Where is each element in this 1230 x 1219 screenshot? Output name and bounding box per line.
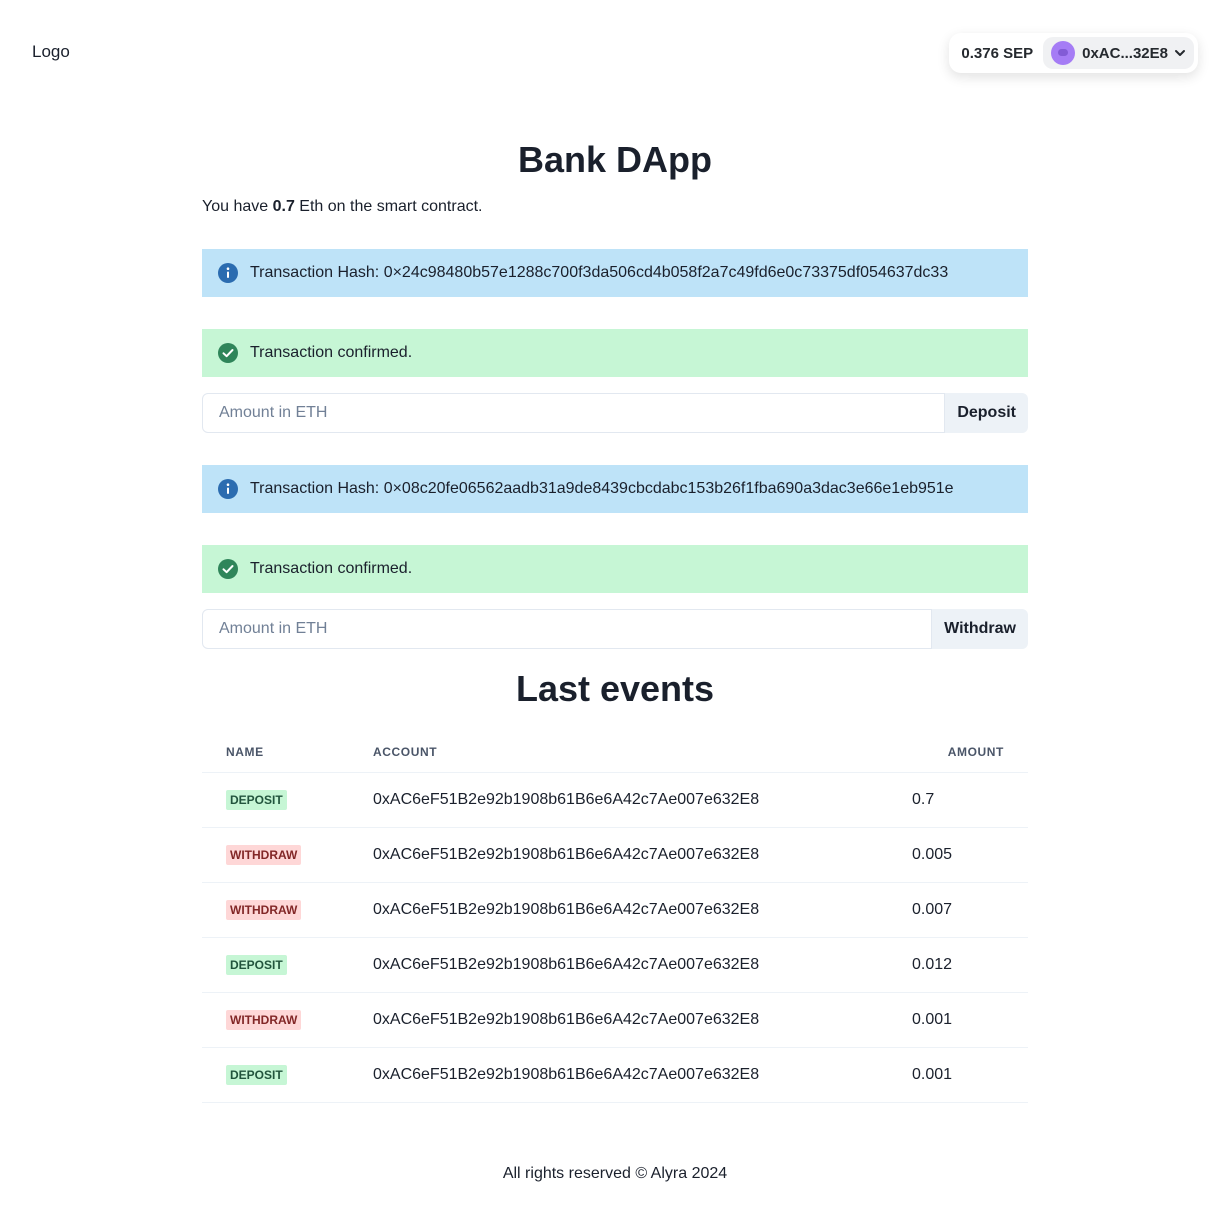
logo: Logo: [32, 42, 70, 61]
event-type-badge: DEPOSIT: [226, 1064, 287, 1085]
column-header-account: ACCOUNT: [349, 732, 888, 773]
event-type-badge: WITHDRAW: [226, 1009, 302, 1030]
event-name-cell: DEPOSIT: [202, 937, 349, 993]
account-address: 0xAC...32E8: [1082, 44, 1168, 62]
column-header-name: NAME: [202, 732, 349, 773]
contract-balance-text: You have 0.7 Eth on the smart contract.: [202, 198, 1028, 220]
table-row: DEPOSIT 0xAC6eF51B2e92b1908b61B6e6A42c7Ae…: [202, 937, 1028, 993]
deposit-button[interactable]: Deposit: [945, 393, 1028, 433]
deposit-success-alert: Transaction confirmed.: [202, 329, 1028, 377]
deposit-amount-input[interactable]: [202, 393, 946, 433]
balance-suffix: Eth on the smart contract.: [299, 198, 483, 215]
info-circle-icon: [218, 263, 238, 283]
withdraw-amount-input[interactable]: [202, 609, 933, 649]
event-account-cell: 0xAC6eF51B2e92b1908b61B6e6A42c7Ae007e632…: [349, 827, 888, 883]
event-amount-cell: 0.007: [888, 882, 1028, 938]
events-title: Last events: [515, 668, 715, 709]
balance-value: 0.7: [272, 198, 295, 215]
wallet-balance[interactable]: 0.376 SEP: [953, 45, 1043, 62]
event-account-cell: 0xAC6eF51B2e92b1908b61B6e6A42c7Ae007e632…: [349, 992, 888, 1048]
event-account-cell: 0xAC6eF51B2e92b1908b61B6e6A42c7Ae007e632…: [349, 937, 888, 993]
event-type-badge: DEPOSIT: [226, 789, 287, 810]
event-type-badge: WITHDRAW: [226, 899, 302, 920]
check-circle-icon: [218, 343, 238, 363]
events-table: NAME ACCOUNT AMOUNT DEPOSIT 0xAC6eF51B2e9…: [202, 732, 1028, 1103]
event-name-cell: WITHDRAW: [202, 827, 349, 883]
withdraw-tx-hash-alert: Transaction Hash: 0×08c20fe06562aadb31a9…: [202, 465, 1028, 513]
table-row: DEPOSIT 0xAC6eF51B2e92b1908b61B6e6A42c7Ae…: [202, 1047, 1028, 1103]
event-name-cell: WITHDRAW: [202, 992, 349, 1048]
table-row: WITHDRAW 0xAC6eF51B2e92b1908b61B6e6A42c7A…: [202, 992, 1028, 1048]
account-avatar: [1051, 41, 1076, 65]
footer-text: All rights reserved © Alyra 2024: [502, 1165, 728, 1182]
chevron-down-icon: [1175, 50, 1185, 56]
event-amount-cell: 0.001: [888, 1047, 1028, 1103]
balance-prefix: You have: [202, 198, 269, 215]
wallet-connect-widget: 0.376 SEP 0xAC...32E8: [949, 33, 1198, 73]
deposit-tx-hash-text: Transaction Hash: 0×24c98480b57e1288c700…: [250, 264, 949, 281]
check-circle-icon: [218, 559, 238, 579]
event-account-cell: 0xAC6eF51B2e92b1908b61B6e6A42c7Ae007e632…: [349, 1047, 888, 1103]
event-name-cell: DEPOSIT: [202, 1047, 349, 1103]
event-amount-cell: 0.7: [888, 772, 1028, 828]
deposit-form: Deposit: [202, 393, 1028, 433]
event-account-cell: 0xAC6eF51B2e92b1908b61B6e6A42c7Ae007e632…: [349, 882, 888, 938]
account-button[interactable]: 0xAC...32E8: [1043, 37, 1194, 69]
withdraw-success-text: Transaction confirmed.: [250, 560, 413, 577]
table-row: WITHDRAW 0xAC6eF51B2e92b1908b61B6e6A42c7A…: [202, 827, 1028, 883]
withdraw-form: Withdraw: [202, 609, 1028, 649]
table-row: DEPOSIT 0xAC6eF51B2e92b1908b61B6e6A42c7Ae…: [202, 772, 1028, 828]
event-type-badge: WITHDRAW: [226, 844, 302, 865]
column-header-amount: AMOUNT: [888, 732, 1028, 773]
table-row: WITHDRAW 0xAC6eF51B2e92b1908b61B6e6A42c7A…: [202, 882, 1028, 938]
event-amount-cell: 0.005: [888, 827, 1028, 883]
withdraw-tx-hash-text: Transaction Hash: 0×08c20fe06562aadb31a9…: [250, 480, 954, 497]
withdraw-success-alert: Transaction confirmed.: [202, 545, 1028, 593]
deposit-success-text: Transaction confirmed.: [250, 344, 413, 361]
main-content: Bank DApp You have 0.7 Eth on the smart …: [202, 105, 1028, 1103]
table-header-row: NAME ACCOUNT AMOUNT: [202, 732, 1028, 773]
event-type-badge: DEPOSIT: [226, 954, 287, 975]
event-account-cell: 0xAC6eF51B2e92b1908b61B6e6A42c7Ae007e632…: [349, 772, 888, 828]
event-amount-cell: 0.001: [888, 992, 1028, 1048]
event-name-cell: DEPOSIT: [202, 772, 349, 828]
event-amount-cell: 0.012: [888, 937, 1028, 993]
info-circle-icon: [218, 479, 238, 499]
header: Logo 0.376 SEP 0xAC...32E8: [0, 0, 1230, 105]
withdraw-button[interactable]: Withdraw: [932, 609, 1028, 649]
event-name-cell: WITHDRAW: [202, 882, 349, 938]
deposit-tx-hash-alert: Transaction Hash: 0×24c98480b57e1288c700…: [202, 249, 1028, 297]
events-table-body: DEPOSIT 0xAC6eF51B2e92b1908b61B6e6A42c7Ae…: [202, 772, 1028, 1103]
page-title: Bank DApp: [517, 139, 712, 180]
